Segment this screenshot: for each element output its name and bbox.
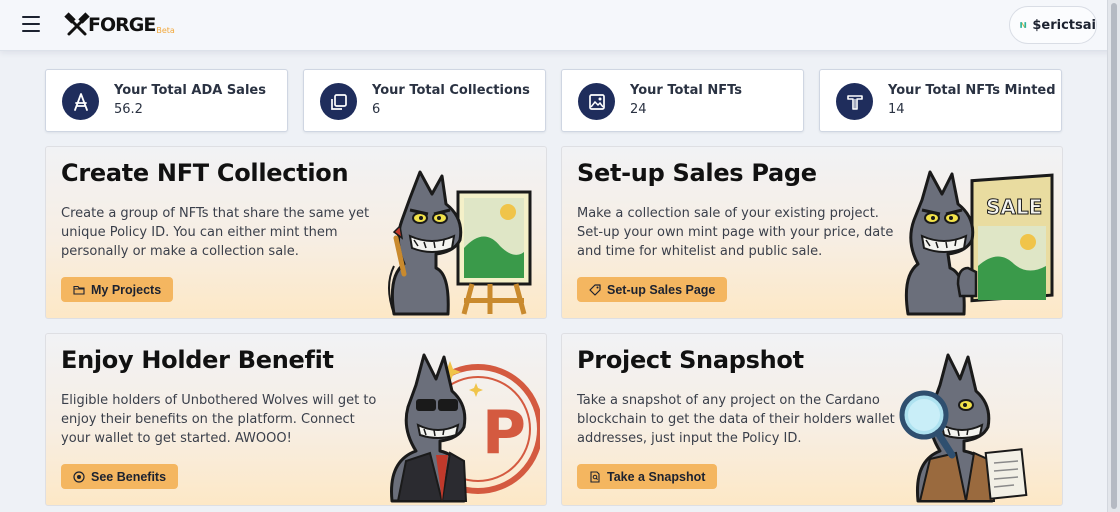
button-label: Set-up Sales Page <box>607 282 716 297</box>
account-name: $erictsai <box>1032 17 1096 33</box>
card-description: Create a group of NFTs that share the sa… <box>61 206 370 259</box>
my-projects-button[interactable]: My Projects <box>61 277 174 302</box>
stat-value: 56.2 <box>114 102 143 117</box>
enjoy-holder-benefit-card: Enjoy Holder Benefit Eligible holders of… <box>45 333 547 506</box>
button-label: See Benefits <box>91 469 167 484</box>
top-header: FORGE Beta $erictsai <box>0 0 1120 51</box>
card-description: Take a snapshot of any project on the Ca… <box>577 393 895 446</box>
card-title: Set-up Sales Page <box>577 159 817 187</box>
wallet-logo-icon <box>1020 22 1027 28</box>
setup-sales-page-card: Set-up Sales Page Make a collection sale… <box>561 146 1063 319</box>
image-icon <box>578 83 615 120</box>
folder-icon <box>73 285 85 295</box>
stat-value: 6 <box>372 102 381 117</box>
stat-value: 14 <box>888 102 905 117</box>
stat-label: Your Total ADA Sales <box>114 83 266 98</box>
stat-label: Your Total NFTs Minted <box>888 83 1056 98</box>
card-title: Project Snapshot <box>577 346 804 374</box>
account-button[interactable]: $erictsai <box>1009 6 1097 44</box>
ada-icon <box>62 83 99 120</box>
card-title: Enjoy Holder Benefit <box>61 346 334 374</box>
stat-card-nfts-minted: Your Total NFTs Minted 14 <box>819 69 1062 132</box>
beta-label: Beta <box>156 26 175 35</box>
take-snapshot-button[interactable]: Take a Snapshot <box>577 464 718 489</box>
svg-text:P: P <box>482 398 526 468</box>
wolf-magnifier-illustration <box>899 353 1028 503</box>
see-benefits-button[interactable]: See Benefits <box>61 464 179 489</box>
menu-icon[interactable] <box>22 16 40 32</box>
page-scrollbar[interactable] <box>1107 0 1120 512</box>
wolf-sunglasses-illustration: P <box>390 353 540 503</box>
target-icon <box>73 470 85 483</box>
setup-sales-page-button[interactable]: Set-up Sales Page <box>577 277 728 302</box>
stat-label: Your Total NFTs <box>630 83 743 98</box>
card-description: Eligible holders of Unbothered Wolves wi… <box>61 393 377 446</box>
project-snapshot-card: Project Snapshot Take a snapshot of any … <box>561 333 1063 506</box>
stat-label: Your Total Collections <box>372 83 530 98</box>
create-nft-collection-card: Create NFT Collection Create a group of … <box>45 146 547 319</box>
stat-card-collections: Your Total Collections 6 <box>303 69 546 132</box>
mint-icon <box>836 83 873 120</box>
brand-name: FORGE <box>88 14 156 36</box>
stat-value: 24 <box>630 102 647 117</box>
tag-icon <box>589 283 601 296</box>
card-title: Create NFT Collection <box>61 159 349 187</box>
scrollbar-thumb[interactable] <box>1111 3 1117 509</box>
wolf-sale-sign-illustration: SALE <box>904 170 1054 316</box>
button-label: Take a Snapshot <box>607 469 706 484</box>
collections-icon <box>320 83 357 120</box>
forge-logo[interactable]: FORGE Beta <box>64 12 175 38</box>
document-search-icon <box>590 470 600 483</box>
sale-sign-text: SALE <box>986 195 1042 219</box>
card-description: Make a collection sale of your existing … <box>577 206 894 259</box>
wolf-painter-illustration <box>388 170 532 316</box>
stat-card-ada-sales: Your Total ADA Sales 56.2 <box>45 69 288 132</box>
stat-card-nfts: Your Total NFTs 24 <box>561 69 804 132</box>
crossed-hammers-icon <box>64 12 90 36</box>
button-label: My Projects <box>91 282 162 297</box>
